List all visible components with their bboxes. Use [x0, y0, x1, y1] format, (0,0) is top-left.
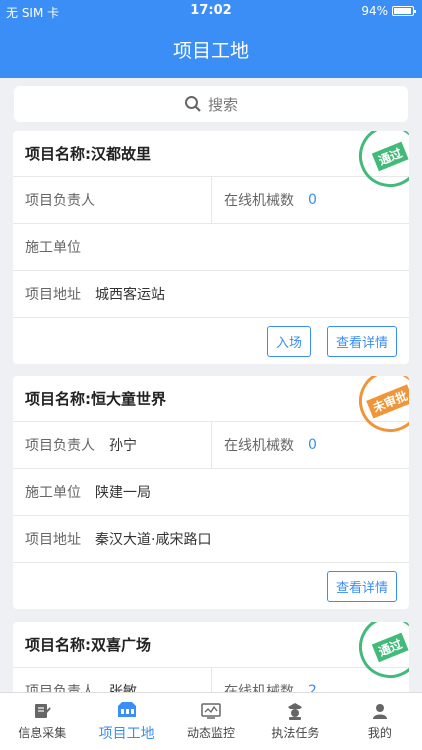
info-row: 项目负责人 孙宁 在线机械数 0 [13, 422, 409, 469]
tab-project-site[interactable]: 项目工地 [84, 693, 168, 750]
machines-label: 在线机械数 [224, 438, 294, 454]
search-placeholder: 搜索 [207, 95, 238, 114]
address-value: 秦汉大道·咸宋路口 [95, 532, 212, 548]
stamp-text: 未审批 [366, 383, 409, 419]
view-details-button[interactable]: 查看详情 [326, 325, 397, 357]
stamp-text: 通过 [371, 141, 409, 171]
unit-label: 施工单位 [25, 485, 81, 501]
project-title: 项目名称:双喜广场 [13, 622, 409, 668]
view-details-button[interactable]: 查看详情 [326, 570, 397, 602]
search-bar[interactable]: 搜索 [14, 86, 408, 122]
stamp-text: 通过 [371, 632, 409, 662]
address-label: 项目地址 [25, 532, 81, 548]
user-icon [372, 704, 387, 719]
manager-label: 项目负责人 [25, 193, 95, 209]
header: 无 SIM 卡 17:02 94% 项目工地 [0, 0, 422, 78]
manager-value: 孙宁 [109, 438, 137, 454]
monitor-icon [201, 703, 221, 719]
tab-label: 动态监控 [187, 726, 236, 740]
project-title: 项目名称:恒大童世界 [13, 376, 409, 422]
project-card[interactable]: 项目名称:双喜广场 通过 项目负责人张敏 在线机械数2 [13, 622, 409, 702]
tab-enforcement-task[interactable]: 执法任务 [253, 693, 337, 750]
card-actions: 查看详情 [13, 563, 409, 609]
project-card[interactable]: 项目名称:恒大童世界 未审批 项目负责人 孙宁 在线机械数 0 施工单位 陕建一局 项… [13, 376, 409, 609]
search-icon [184, 96, 201, 112]
info-row: 施工单位 [13, 224, 409, 271]
address-label: 项目地址 [25, 287, 81, 303]
battery-icon [392, 6, 416, 16]
status-right: 94% [361, 4, 416, 18]
tab-label: 项目工地 [98, 725, 155, 742]
clock-text: 17:02 [190, 3, 232, 18]
machines-value: 0 [308, 437, 317, 453]
project-title: 项目名称:汉都故里 [13, 131, 409, 177]
tab-label: 执法任务 [271, 726, 320, 740]
project-card[interactable]: 项目名称:汉都故里 通过 项目负责人 在线机械数 0 施工单位 项目地址 城西客运站… [13, 131, 409, 364]
tab-label: 信息采集 [18, 726, 67, 740]
tab-mine[interactable]: 我的 [338, 693, 422, 750]
info-row: 施工单位 陕建一局 [13, 469, 409, 516]
info-row: 项目负责人 在线机械数 0 [13, 177, 409, 224]
machines-label: 在线机械数 [224, 193, 294, 209]
manager-label: 项目负责人 [25, 438, 95, 454]
address-value: 城西客运站 [95, 287, 165, 303]
info-row: 项目地址 城西客运站 [13, 271, 409, 318]
unit-label: 施工单位 [25, 240, 81, 256]
site-icon [117, 701, 136, 717]
tab-label: 我的 [367, 726, 392, 740]
unit-value: 陕建一局 [95, 485, 151, 501]
tab-dynamic-monitor[interactable]: 动态监控 [169, 693, 253, 750]
status-bar: 无 SIM 卡 17:02 94% [0, 0, 422, 22]
tab-bar: 信息采集 项目工地 动态监控 执法任务 我的 [0, 692, 422, 750]
edit-icon [35, 704, 51, 718]
card-actions: 入场 查看详情 [13, 318, 409, 364]
officer-icon [288, 703, 303, 720]
battery-percent: 94% [361, 4, 388, 18]
enter-button[interactable]: 入场 [266, 325, 311, 357]
tab-info-collect[interactable]: 信息采集 [0, 693, 84, 750]
info-row: 项目地址 秦汉大道·咸宋路口 [13, 516, 409, 563]
page-title: 项目工地 [172, 40, 249, 62]
machines-value: 0 [308, 192, 317, 208]
